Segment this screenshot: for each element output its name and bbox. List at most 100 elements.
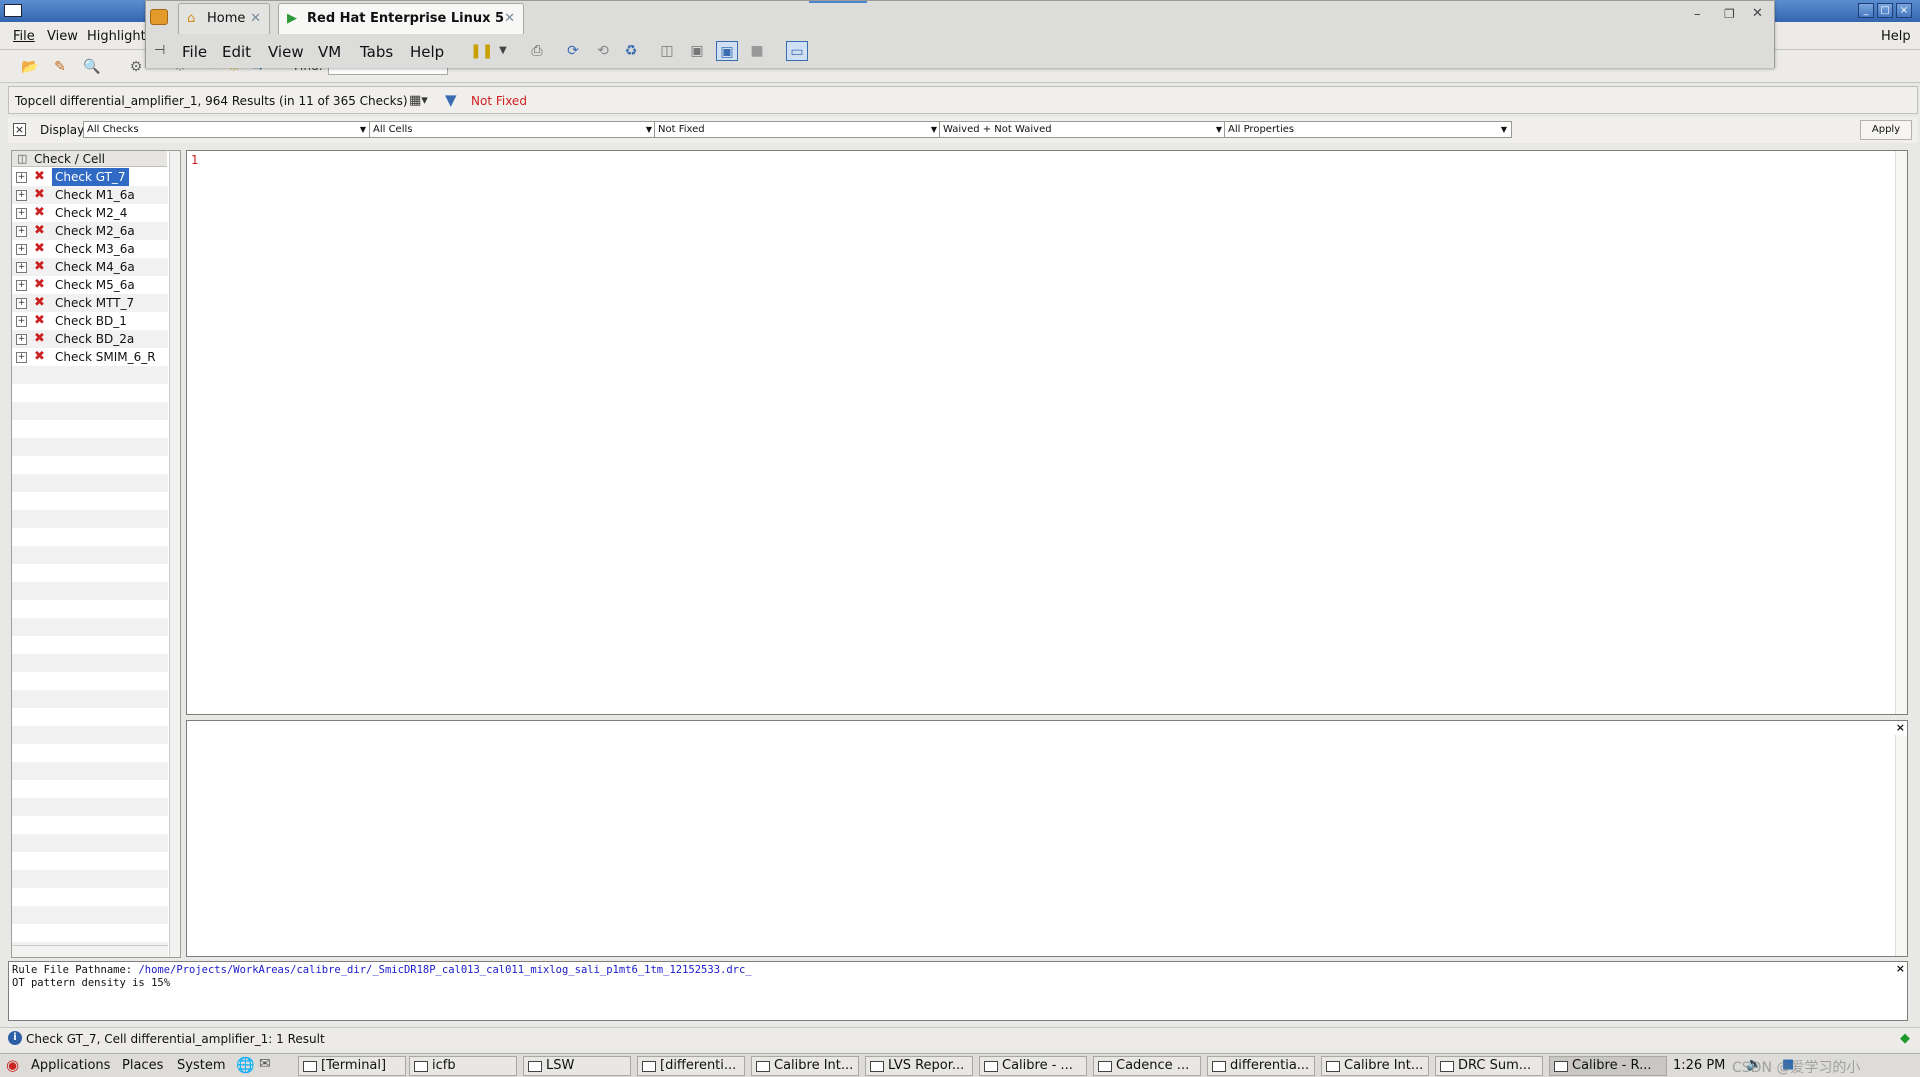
properties-select[interactable]: All Properties ▼ — [1224, 121, 1512, 138]
tree-item[interactable]: + ✖ Check M4_6a — [12, 258, 168, 276]
fixed-select[interactable]: Not Fixed ▼ — [654, 121, 942, 138]
taskbar-window-button[interactable]: icfb — [409, 1056, 517, 1076]
vm-running-icon: ▶ — [287, 11, 297, 26]
send-keys-icon[interactable]: ⎙ — [526, 41, 548, 61]
results-scrollbar[interactable] — [1895, 151, 1907, 714]
cells-select[interactable]: All Cells ▼ — [369, 121, 657, 138]
menu-help[interactable]: Help — [1881, 29, 1911, 44]
expand-icon[interactable]: + — [16, 262, 27, 273]
expand-icon[interactable]: + — [16, 334, 27, 345]
close-pane-icon[interactable]: × — [1896, 721, 1905, 734]
taskbar-window-button[interactable]: Calibre - ... — [979, 1056, 1087, 1076]
tree-header[interactable]: ◫ Check / Cell — [12, 151, 167, 167]
expand-icon[interactable]: + — [16, 190, 27, 201]
tree-item[interactable]: + ✖ Check SMIM_6_R — [12, 348, 168, 366]
vm-close-button[interactable]: ✕ — [1752, 6, 1763, 21]
tree-item[interactable]: + ✖ Check M2_4 — [12, 204, 168, 222]
error-x-icon: ✖ — [34, 223, 45, 238]
chevron-down-icon[interactable]: ▼ — [492, 41, 514, 61]
vm-tab-home[interactable]: ⌂ Home ✕ — [178, 3, 270, 34]
error-x-icon: ✖ — [34, 349, 45, 364]
tree-item[interactable]: + ✖ Check BD_1 — [12, 312, 168, 330]
expand-icon[interactable]: + — [16, 298, 27, 309]
taskbar-window-button[interactable]: Calibre Int... — [1321, 1056, 1429, 1076]
empty-tree-row — [12, 564, 168, 582]
waived-select[interactable]: Waived + Not Waived ▼ — [939, 121, 1227, 138]
close-tab-icon[interactable]: ✕ — [504, 4, 515, 33]
menu-view[interactable]: View — [47, 29, 78, 44]
taskbar-window-button[interactable]: Cadence ... — [1093, 1056, 1201, 1076]
close-button[interactable]: × — [1896, 3, 1912, 18]
window-icon — [870, 1061, 884, 1072]
expand-icon[interactable]: + — [16, 226, 27, 237]
menu-highlight[interactable]: Highlight — [87, 29, 146, 44]
taskbar-window-button[interactable]: Calibre - R... — [1549, 1056, 1667, 1076]
expand-icon[interactable]: + — [16, 280, 27, 291]
expand-icon[interactable]: + — [16, 172, 27, 183]
places-menu[interactable]: Places — [122, 1058, 163, 1073]
unity-icon[interactable]: ■ — [746, 41, 768, 61]
tree-item[interactable]: + ✖ Check MTT_7 — [12, 294, 168, 312]
highlight-icon[interactable]: ✎ — [48, 56, 72, 78]
fullscreen-icon[interactable]: ▣ — [716, 41, 738, 61]
expand-icon[interactable]: + — [16, 316, 27, 327]
taskbar-window-button[interactable]: LVS Repor... — [865, 1056, 973, 1076]
taskbar-window-button[interactable]: differentia... — [1207, 1056, 1315, 1076]
close-tab-icon[interactable]: ✕ — [250, 4, 261, 33]
tree-item[interactable]: + ✖ Check M2_6a — [12, 222, 168, 240]
pause-icon[interactable]: ❚❚ — [470, 41, 493, 61]
tree-item[interactable]: + ✖ Check BD_2a — [12, 330, 168, 348]
vm-tab-rhel[interactable]: ▶ Red Hat Enterprise Linux 5 6... ✕ — [278, 3, 524, 55]
taskbar-window-button[interactable]: [differenti... — [637, 1056, 745, 1076]
taskbar-window-button[interactable]: DRC Sum... — [1435, 1056, 1543, 1076]
tree-item[interactable]: + ✖ Check M5_6a — [12, 276, 168, 294]
maximize-button[interactable]: □ — [1877, 3, 1893, 18]
thumbnail-icon[interactable]: ▣ — [686, 41, 708, 61]
snapshot-manager-icon[interactable]: ♻ — [620, 41, 642, 61]
vm-menu-tabs[interactable]: Tabs — [360, 43, 393, 61]
zoom-dropdown-icon[interactable]: 🔍 — [80, 56, 104, 78]
detail-scrollbar[interactable] — [1895, 735, 1907, 956]
grid-view-icon[interactable]: ▦▾ — [409, 93, 428, 108]
vm-menu-view[interactable]: View — [268, 43, 304, 61]
vm-minimize-button[interactable]: – — [1694, 7, 1701, 22]
apply-button[interactable]: Apply — [1860, 120, 1912, 140]
browser-icon[interactable]: 🌐 — [236, 1056, 255, 1074]
sidebar-toggle-icon[interactable]: ◫ — [656, 41, 678, 61]
snapshot-icon[interactable]: ⟳ — [562, 41, 584, 61]
revert-snapshot-icon[interactable]: ⟲ — [592, 41, 614, 61]
taskbar-window-button[interactable]: [Terminal] — [298, 1056, 406, 1076]
rule-file-path-link[interactable]: /home/Projects/WorkAreas/calibre_dir/_Sm… — [138, 964, 751, 976]
tree-item[interactable]: + ✖ Check GT_7 — [12, 168, 168, 186]
tree-item-label: Check BD_1 — [55, 314, 127, 328]
expand-icon[interactable]: + — [16, 208, 27, 219]
vm-menu-help[interactable]: Help — [410, 43, 444, 61]
close-filter-icon[interactable]: × — [13, 123, 26, 136]
result-index[interactable]: 1 — [191, 153, 199, 167]
open-folder-icon[interactable]: 📂 — [18, 56, 42, 78]
system-menu[interactable]: System — [177, 1058, 225, 1073]
vm-menu-file[interactable]: File — [182, 43, 207, 61]
tree-item[interactable]: + ✖ Check M1_6a — [12, 186, 168, 204]
close-pane-icon[interactable]: × — [1896, 962, 1905, 975]
checks-select[interactable]: All Checks ▼ — [83, 121, 371, 138]
vm-menu-vm[interactable]: VM — [318, 43, 341, 61]
empty-tree-row — [12, 798, 168, 816]
taskbar-window-button[interactable]: LSW — [523, 1056, 631, 1076]
console-view-icon[interactable]: ▭ — [786, 41, 808, 61]
tree-item[interactable]: + ✖ Check M3_6a — [12, 240, 168, 258]
vm-menu-edit[interactable]: Edit — [222, 43, 251, 61]
pin-icon[interactable]: ⊣ — [154, 43, 165, 58]
expand-icon[interactable]: + — [16, 244, 27, 255]
tree-horizontal-scrollbar[interactable] — [12, 945, 168, 957]
mail-icon[interactable]: ✉ — [259, 1056, 271, 1072]
clock[interactable]: 1:26 PM — [1673, 1058, 1725, 1073]
menu-file[interactable]: File — [13, 29, 35, 44]
applications-menu[interactable]: Applications — [31, 1058, 110, 1073]
filter-icon[interactable]: ▼ — [445, 91, 457, 109]
expand-icon[interactable]: + — [16, 352, 27, 363]
taskbar-window-button[interactable]: Calibre Int... — [751, 1056, 859, 1076]
tree-vertical-scrollbar[interactable] — [169, 151, 180, 957]
minimize-button[interactable]: _ — [1858, 3, 1874, 18]
vm-restore-button[interactable]: ❐ — [1724, 7, 1735, 21]
